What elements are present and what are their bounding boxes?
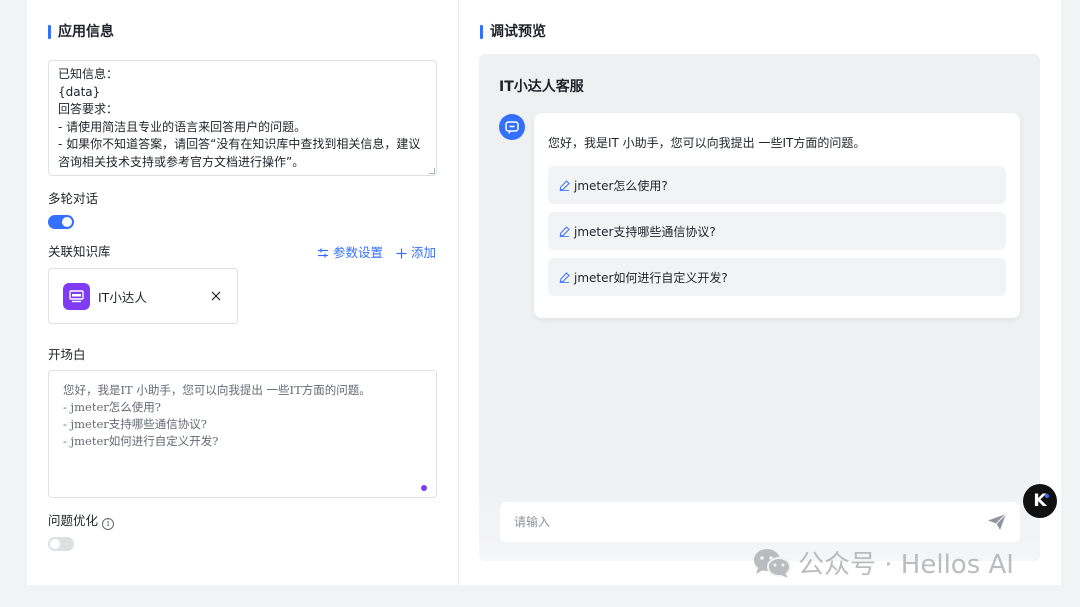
pen-icon	[559, 271, 570, 283]
prompt-line: 已知信息：	[58, 67, 119, 81]
suggestion-text: jmeter支持哪些通信协议?	[574, 224, 716, 239]
watermark: 公众号 · Hellos AI	[752, 544, 1014, 581]
add-knowledge-button[interactable]: 添加	[396, 245, 436, 261]
remove-knowledge-button[interactable]	[209, 289, 223, 303]
param-settings-button[interactable]: 参数设置	[317, 245, 383, 261]
chat-input[interactable]	[500, 502, 1020, 542]
knowledge-card[interactable]: IT小达人	[48, 268, 238, 324]
opening-line: 您好，我是IT 小助手，您可以向我提出 一些IT方面的问题。	[63, 383, 371, 397]
multi-turn-toggle[interactable]	[48, 215, 74, 229]
pen-icon	[559, 225, 570, 237]
send-icon	[988, 513, 1007, 530]
bot-name: IT小达人客服	[499, 79, 584, 95]
info-icon[interactable]: i	[102, 518, 115, 530]
suggestion-text: jmeter怎么使用?	[574, 178, 668, 193]
bot-message: 您好，我是IT 小助手，您可以向我提出 一些IT方面的问题。 jmeter怎么使…	[534, 113, 1020, 318]
watermark-text: 公众号 · Hellos AI	[798, 550, 1014, 580]
add-label: 添加	[411, 245, 437, 260]
chat-preview: IT小达人客服 您好，我是IT 小助手，您可以向我提出 一些IT方面的问题。 j…	[479, 54, 1040, 561]
question-opt-toggle[interactable]	[48, 537, 74, 551]
knowledge-name: IT小达人	[98, 289, 147, 305]
opening-indicator	[421, 485, 427, 491]
greeting-text: 您好，我是IT 小助手，您可以向我提出 一些IT方面的问题。	[548, 136, 866, 150]
send-button[interactable]	[986, 511, 1008, 533]
knowledge-label: 关联知识库	[48, 244, 111, 259]
app-info-panel: 应用信息 已知信息： {data} 回答要求： - 请使用简洁且专业的语言来回答…	[27, 0, 458, 585]
app-info-title: 应用信息	[48, 23, 114, 41]
prompt-line: - 请使用简洁且专业的语言来回答用户的问题。	[58, 119, 307, 134]
opening-textarea[interactable]: 您好，我是IT 小助手，您可以向我提出 一些IT方面的问题。 - jmeter怎…	[48, 370, 437, 498]
debug-preview-title: 调试预览	[480, 23, 546, 41]
pen-icon	[559, 179, 570, 191]
suggestion-item[interactable]: jmeter支持哪些通信协议?	[548, 212, 1006, 250]
wechat-icon	[754, 548, 791, 578]
toggle-knob	[50, 539, 60, 549]
hellos-logo-icon[interactable]: K	[1023, 484, 1057, 518]
close-icon	[211, 291, 221, 301]
opening-line: - jmeter怎么使用?	[63, 400, 161, 414]
question-opt-label: 问题优化	[48, 513, 99, 528]
resize-handle[interactable]	[429, 168, 435, 174]
debug-preview-panel: 调试预览 IT小达人客服 您好，我是IT 小助手，您可以向我提出 一些IT方面的…	[459, 0, 1061, 585]
prompt-textarea[interactable]: 已知信息： {data} 回答要求： - 请使用简洁且专业的语言来回答用户的问题…	[48, 60, 437, 176]
opening-label: 开场白	[48, 347, 86, 362]
question-opt-row: 问题优化 i	[48, 513, 115, 530]
bot-avatar-icon	[499, 114, 525, 140]
opening-line: - jmeter如何进行自定义开发?	[63, 434, 219, 448]
param-settings-label: 参数设置	[333, 245, 384, 260]
sliders-icon	[318, 248, 328, 258]
logo-dot	[1045, 494, 1049, 498]
suggestion-text: jmeter如何进行自定义开发?	[574, 270, 728, 285]
plus-icon	[396, 248, 407, 258]
suggestion-item[interactable]: jmeter如何进行自定义开发?	[548, 258, 1006, 296]
knowledge-base-icon	[63, 282, 90, 310]
suggestion-item[interactable]: jmeter怎么使用?	[548, 166, 1006, 204]
prompt-line: {data}	[58, 84, 101, 99]
multi-turn-label: 多轮对话	[48, 191, 99, 206]
toggle-knob	[62, 217, 72, 227]
opening-line: - jmeter支持哪些通信协议?	[63, 417, 207, 431]
prompt-line: 回答要求：	[58, 102, 119, 116]
prompt-line: - 如果你不知道答案，请回答“没有在知识库中查找到相关信息，建议咨询相关技术支持…	[58, 137, 421, 169]
